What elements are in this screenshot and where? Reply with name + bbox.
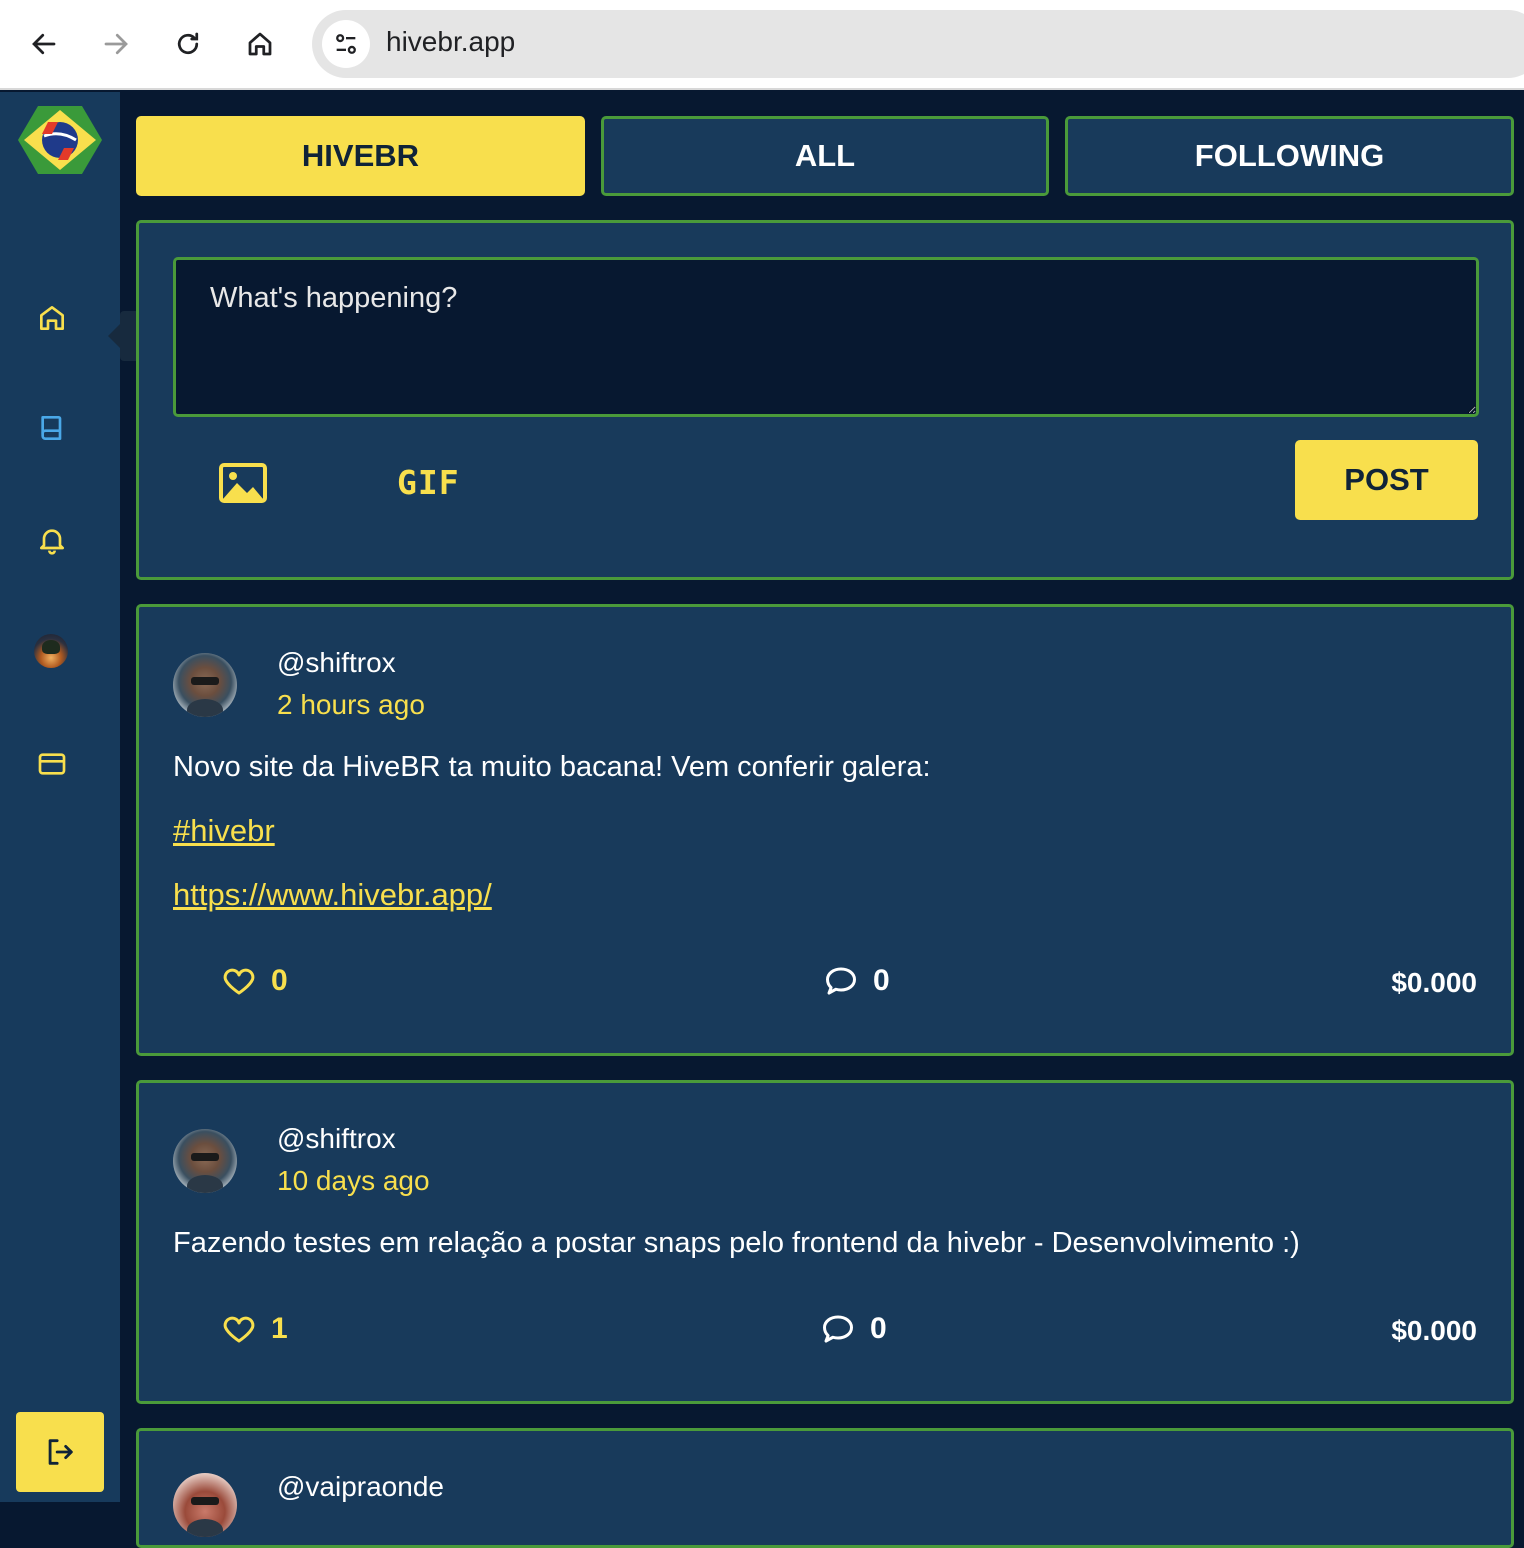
- snap-post: @shiftrox 10 days ago Fazendo testes em …: [136, 1080, 1514, 1404]
- post-username[interactable]: @vaipraonde: [277, 1471, 444, 1503]
- comment-button[interactable]: 0: [823, 963, 890, 999]
- post-payout: $0.000: [1391, 967, 1477, 998]
- image-upload-icon[interactable]: [219, 463, 267, 503]
- book-icon: [41, 416, 62, 440]
- tab-following[interactable]: FOLLOWING: [1065, 116, 1514, 196]
- arrow-left-icon: [32, 33, 56, 55]
- like-button[interactable]: 0: [221, 963, 288, 999]
- post-username[interactable]: @shiftrox: [277, 647, 396, 679]
- home-icon: [248, 32, 272, 56]
- post-composer: GIF POST: [136, 220, 1514, 580]
- gif-button[interactable]: GIF: [397, 463, 460, 502]
- heart-icon: [223, 968, 255, 995]
- sidebar-wallet-button[interactable]: [30, 742, 74, 786]
- logout-button[interactable]: [16, 1412, 104, 1492]
- site-info-button[interactable]: [322, 20, 370, 68]
- like-count: 0: [271, 964, 288, 997]
- sidebar: [0, 92, 120, 1502]
- comment-count: 0: [870, 1312, 887, 1345]
- avatar[interactable]: [173, 653, 237, 717]
- reload-icon: [177, 32, 199, 55]
- arrow-right-icon: [104, 33, 128, 55]
- post-timestamp: 2 hours ago: [277, 689, 425, 720]
- comment-button[interactable]: 0: [820, 1311, 887, 1347]
- sidebar-home-button[interactable]: [30, 296, 74, 340]
- home-browser-button[interactable]: [238, 22, 282, 66]
- snap-post: @shiftrox 2 hours ago Novo site da HiveB…: [136, 604, 1514, 1056]
- post-hashtag-link[interactable]: #hivebr: [173, 813, 275, 849]
- sidebar-profile-avatar[interactable]: [34, 634, 68, 668]
- reload-button[interactable]: [166, 22, 210, 66]
- post-body: Fazendo testes em relação a postar snaps…: [173, 1227, 1300, 1259]
- tab-hivebr[interactable]: HIVEBR: [136, 116, 585, 196]
- post-username[interactable]: @shiftrox: [277, 1123, 396, 1155]
- post-body: Novo site da HiveBR ta muito bacana! Vem…: [173, 751, 931, 783]
- bell-icon: [40, 529, 64, 555]
- composer-input[interactable]: [173, 257, 1479, 417]
- post-payout: $0.000: [1391, 1315, 1477, 1346]
- hivebr-logo-icon[interactable]: [18, 104, 102, 176]
- home-icon: [40, 306, 64, 330]
- back-button[interactable]: [22, 22, 66, 66]
- comment-count: 0: [873, 964, 890, 997]
- comment-icon: [823, 1315, 853, 1343]
- tab-all[interactable]: ALL: [601, 116, 1049, 196]
- url-text[interactable]: hivebr.app: [386, 26, 515, 58]
- like-button[interactable]: 1: [221, 1311, 288, 1347]
- post-button[interactable]: POST: [1295, 440, 1478, 520]
- logout-icon: [48, 1439, 73, 1465]
- comment-icon: [826, 967, 856, 995]
- credit-card-icon: [38, 753, 66, 775]
- browser-toolbar: hivebr.app: [0, 0, 1524, 90]
- post-timestamp: 10 days ago: [277, 1165, 430, 1196]
- tune-icon: [336, 34, 356, 54]
- post-url-link[interactable]: https://www.hivebr.app/: [173, 877, 492, 913]
- snap-post: @vaipraonde: [136, 1428, 1514, 1548]
- like-count: 1: [271, 1312, 288, 1345]
- avatar[interactable]: [173, 1129, 237, 1193]
- avatar[interactable]: [173, 1473, 237, 1537]
- sidebar-notifications-button[interactable]: [30, 518, 74, 562]
- sidebar-blog-button[interactable]: [30, 406, 74, 450]
- forward-button[interactable]: [94, 22, 138, 66]
- heart-icon: [223, 1316, 255, 1343]
